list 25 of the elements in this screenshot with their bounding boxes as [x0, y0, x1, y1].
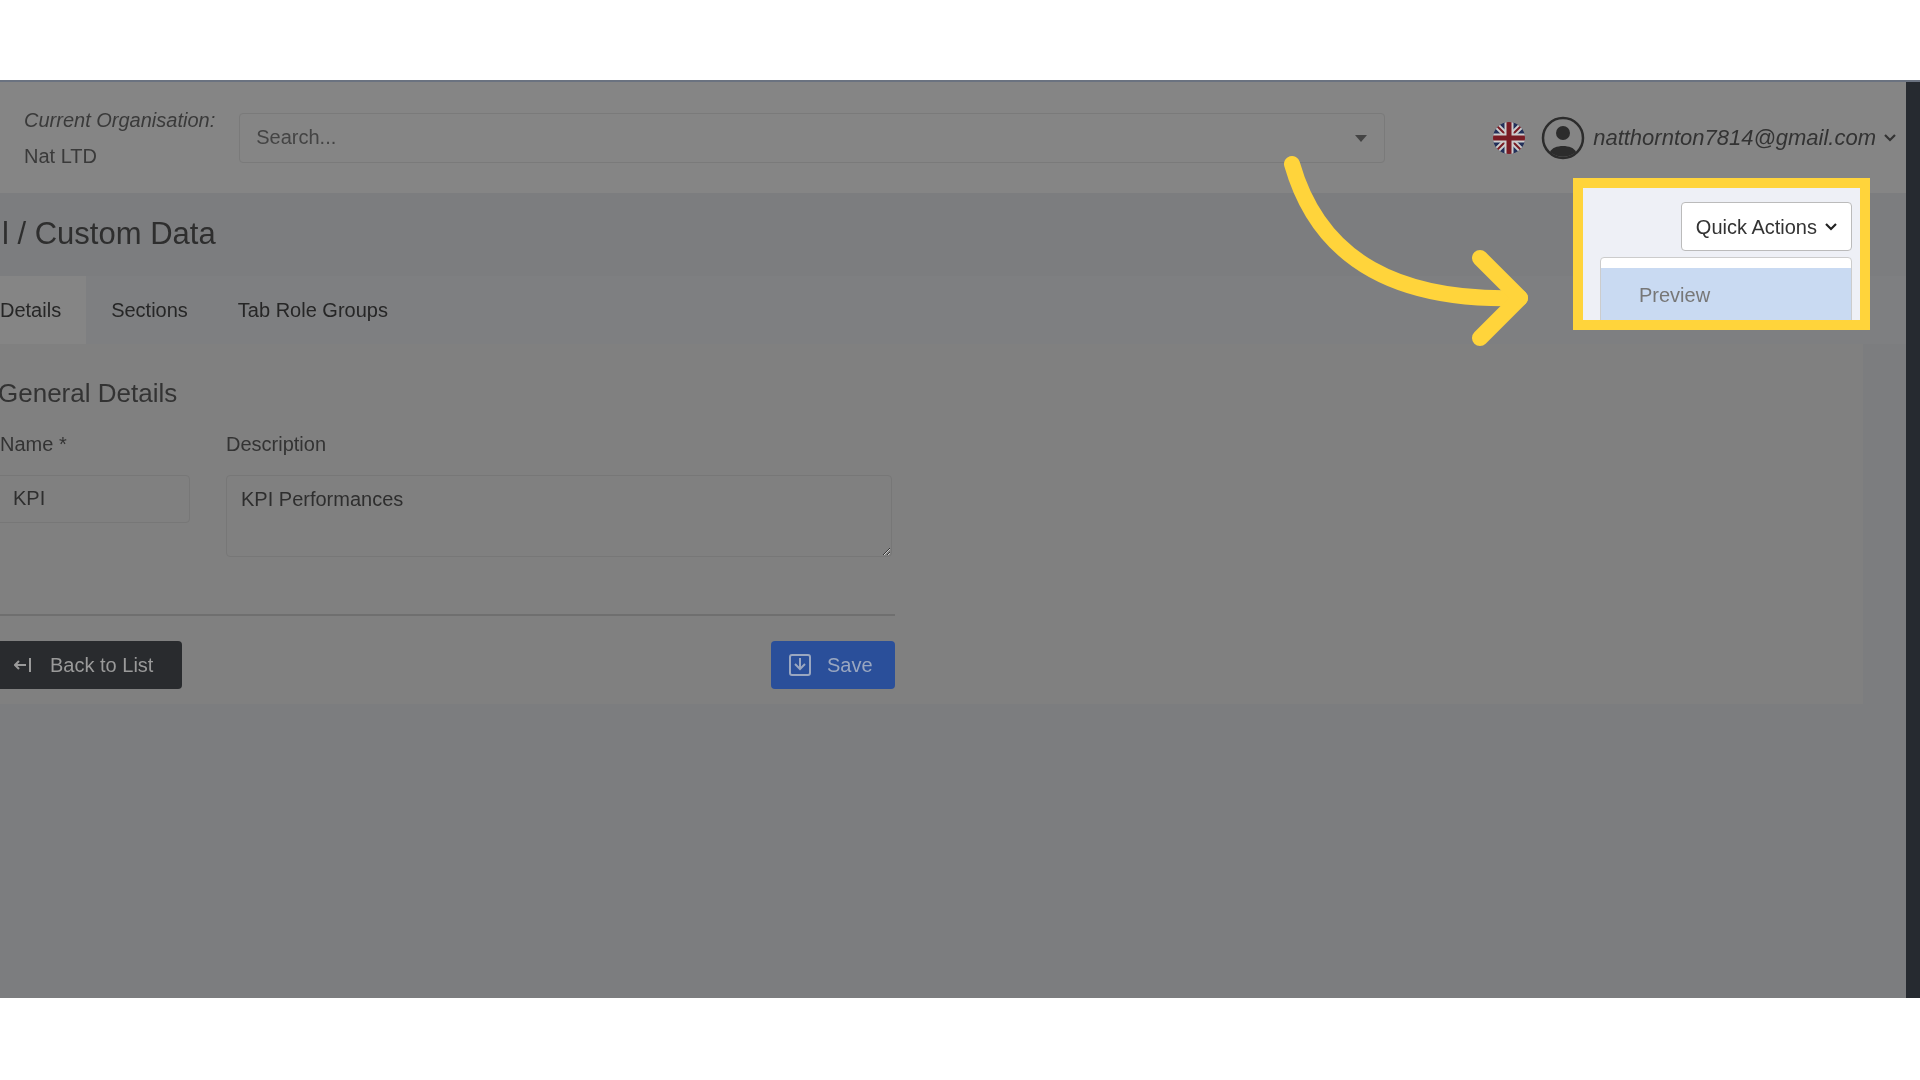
name-field[interactable]: KPI	[0, 474, 190, 523]
flag-icon[interactable]	[1493, 121, 1526, 154]
caret-icon	[1355, 134, 1368, 142]
back-icon	[14, 656, 32, 673]
avatar-icon[interactable]	[1541, 115, 1586, 160]
back-button[interactable]: Back to List	[0, 640, 182, 689]
user-email: natthornton7814@gmail.com	[1593, 124, 1876, 152]
field-label: Name *	[0, 431, 68, 457]
search-field[interactable]: Search...	[239, 112, 1386, 163]
tab[interactable]: Details	[0, 275, 87, 344]
tab[interactable]: Tab Role Groups	[212, 275, 413, 344]
save-button[interactable]: Save	[771, 640, 895, 689]
menu-item[interactable]: Preview	[1601, 268, 1851, 320]
section-title: General Details	[0, 376, 179, 410]
user-menu[interactable]: natthornton7814@gmail.com	[1593, 121, 1896, 154]
quick-actions-button[interactable]: Quick Actions	[1680, 202, 1852, 251]
organisation-name: Nat LTD	[24, 143, 98, 169]
tab[interactable]: Sections	[86, 275, 213, 344]
description-field[interactable]: KPI Performances	[226, 474, 892, 557]
chevron-icon	[1884, 133, 1896, 142]
chevron-icon	[1825, 222, 1837, 231]
field-label: Description	[226, 431, 328, 457]
organisation-label: Current Organisation:	[24, 107, 216, 133]
save-icon	[789, 653, 811, 676]
page-title: l / Custom Data	[2, 215, 216, 253]
